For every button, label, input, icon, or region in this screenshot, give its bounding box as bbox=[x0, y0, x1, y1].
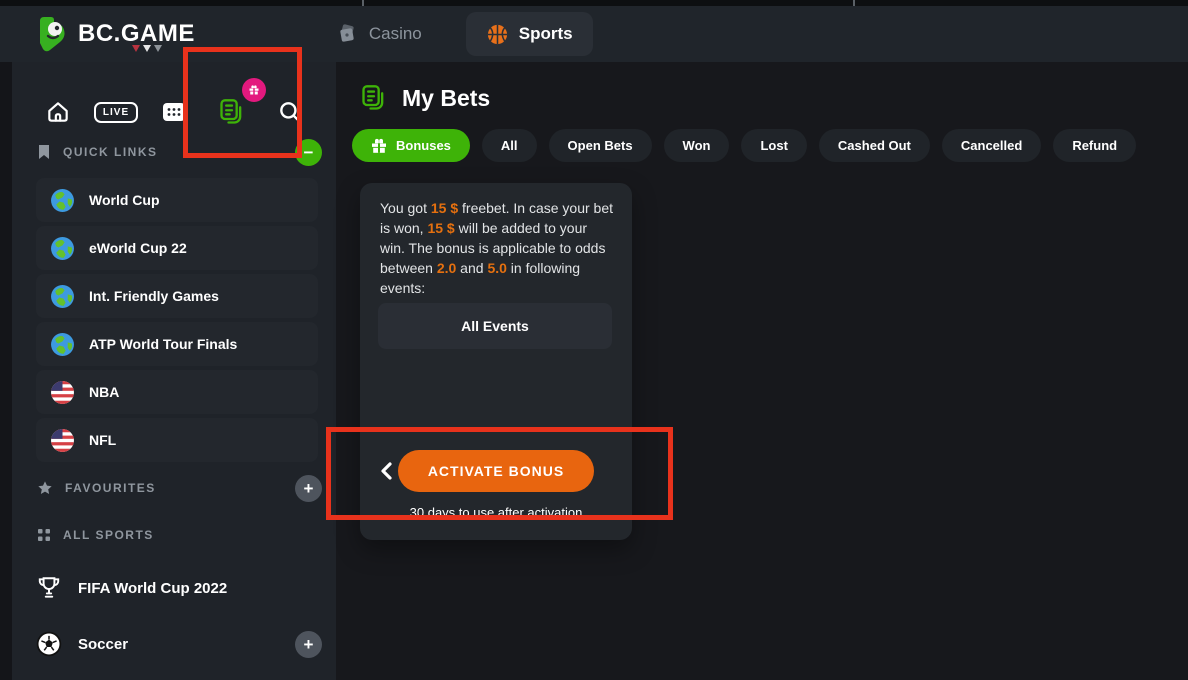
minus-icon: − bbox=[304, 143, 314, 163]
us-flag-icon bbox=[50, 428, 75, 453]
tab-sports-label: Sports bbox=[519, 24, 573, 44]
filter-all[interactable]: All bbox=[482, 129, 537, 162]
sidebar-item-label: ATP World Tour Finals bbox=[89, 336, 237, 352]
sidebar: LIVE bbox=[12, 62, 336, 680]
activate-row: ACTIVATE BONUS bbox=[360, 450, 632, 492]
add-favourite-button[interactable]: + bbox=[295, 475, 322, 502]
sidebar-item-label: World Cup bbox=[89, 192, 160, 208]
sidebar-item-label: NBA bbox=[89, 384, 119, 400]
filter-label: Lost bbox=[760, 138, 787, 153]
sidebar-item-world-cup[interactable]: World Cup bbox=[36, 178, 318, 222]
activation-note: 30 days to use after activation bbox=[360, 505, 632, 520]
tab-casino[interactable]: Casino bbox=[335, 22, 422, 46]
bookmark-icon bbox=[37, 144, 51, 160]
home-icon[interactable] bbox=[36, 90, 80, 134]
all-sports-header: ALL SPORTS bbox=[37, 528, 154, 542]
star-icon bbox=[37, 480, 53, 496]
filter-cancelled[interactable]: Cancelled bbox=[942, 129, 1041, 162]
filter-chips: Bonuses All Open Bets Won Lost Cashed Ou… bbox=[352, 129, 1136, 162]
basketball-icon bbox=[486, 23, 509, 46]
pennant-flags-icon bbox=[132, 45, 162, 52]
sidebar-item-label: NFL bbox=[89, 432, 116, 448]
filter-label: Open Bets bbox=[568, 138, 633, 153]
tab-casino-label: Casino bbox=[369, 24, 422, 44]
sidebar-item-fifa-world-cup[interactable]: FIFA World Cup 2022 bbox=[36, 572, 318, 604]
favourites-header: FAVOURITES bbox=[37, 480, 156, 496]
page-title: My Bets bbox=[360, 84, 490, 112]
brand-name: BC.GAME bbox=[78, 20, 195, 48]
filter-lost[interactable]: Lost bbox=[741, 129, 806, 162]
quick-links-header: QUICK LINKS bbox=[37, 144, 158, 160]
virtual-sports-icon[interactable] bbox=[152, 90, 196, 134]
collapse-quick-links-button[interactable]: − bbox=[295, 139, 322, 166]
all-events-button[interactable]: All Events bbox=[378, 303, 612, 349]
us-flag-icon bbox=[50, 380, 75, 405]
filter-label: Cancelled bbox=[961, 138, 1022, 153]
soccer-ball-icon bbox=[36, 631, 62, 657]
quick-links-title: QUICK LINKS bbox=[63, 145, 158, 159]
casino-dice-icon bbox=[335, 22, 359, 46]
chevron-left-icon[interactable] bbox=[380, 462, 392, 480]
gift-badge-icon bbox=[242, 78, 266, 102]
tab-sports[interactable]: Sports bbox=[466, 12, 593, 56]
filter-cashed-out[interactable]: Cashed Out bbox=[819, 129, 930, 162]
sidebar-item-nba[interactable]: NBA bbox=[36, 370, 318, 414]
filter-label: Refund bbox=[1072, 138, 1117, 153]
brand-logo[interactable]: BC.GAME bbox=[36, 15, 195, 53]
live-events-icon[interactable]: LIVE bbox=[94, 90, 138, 134]
bonus-card: You got 15 $ freebet. In case your bet i… bbox=[360, 183, 632, 540]
filter-label: Bonuses bbox=[396, 138, 451, 153]
bonus-description: You got 15 $ freebet. In case your bet i… bbox=[380, 198, 614, 298]
live-label: LIVE bbox=[94, 102, 138, 123]
globe-icon bbox=[50, 236, 75, 261]
all-events-label: All Events bbox=[461, 318, 529, 334]
globe-icon bbox=[50, 188, 75, 213]
filter-won[interactable]: Won bbox=[664, 129, 730, 162]
sidebar-item-label: FIFA World Cup 2022 bbox=[78, 580, 227, 597]
sidebar-item-atp-finals[interactable]: ATP World Tour Finals bbox=[36, 322, 318, 366]
plus-icon: + bbox=[304, 479, 314, 499]
grid-icon bbox=[37, 528, 51, 542]
top-header: BC.GAME Casino Sports bbox=[0, 6, 1188, 62]
sidebar-item-soccer[interactable]: Soccer bbox=[36, 628, 318, 660]
search-icon[interactable] bbox=[268, 90, 312, 134]
plus-icon: + bbox=[304, 635, 314, 655]
all-sports-title: ALL SPORTS bbox=[63, 528, 154, 542]
globe-icon bbox=[50, 284, 75, 309]
globe-icon bbox=[50, 332, 75, 357]
filter-label: All bbox=[501, 138, 518, 153]
sidebar-item-eworld-cup[interactable]: eWorld Cup 22 bbox=[36, 226, 318, 270]
activate-bonus-button[interactable]: ACTIVATE BONUS bbox=[398, 450, 594, 492]
sidebar-icon-row: LIVE bbox=[12, 86, 336, 138]
add-soccer-button[interactable]: + bbox=[295, 631, 322, 658]
filter-label: Cashed Out bbox=[838, 138, 911, 153]
my-bets-icon bbox=[360, 84, 388, 112]
filter-label: Won bbox=[683, 138, 711, 153]
sidebar-item-label: eWorld Cup 22 bbox=[89, 240, 187, 256]
trophy-icon bbox=[36, 575, 62, 601]
brand-logo-icon bbox=[36, 15, 70, 53]
sidebar-item-label: Soccer bbox=[78, 636, 128, 653]
page-title-label: My Bets bbox=[402, 85, 490, 112]
filter-bonuses[interactable]: Bonuses bbox=[352, 129, 470, 162]
my-bets-icon[interactable] bbox=[210, 90, 254, 134]
sidebar-item-nfl[interactable]: NFL bbox=[36, 418, 318, 462]
sidebar-item-int-friendly[interactable]: Int. Friendly Games bbox=[36, 274, 318, 318]
gift-icon bbox=[371, 138, 387, 154]
app-window: BC.GAME Casino Sports bbox=[0, 0, 1188, 680]
sidebar-item-label: Int. Friendly Games bbox=[89, 288, 219, 304]
filter-open-bets[interactable]: Open Bets bbox=[549, 129, 652, 162]
favourites-title: FAVOURITES bbox=[65, 481, 156, 495]
filter-refund[interactable]: Refund bbox=[1053, 129, 1136, 162]
main-content: My Bets Bonuses All Open Bets Won Lost C… bbox=[336, 62, 1188, 680]
